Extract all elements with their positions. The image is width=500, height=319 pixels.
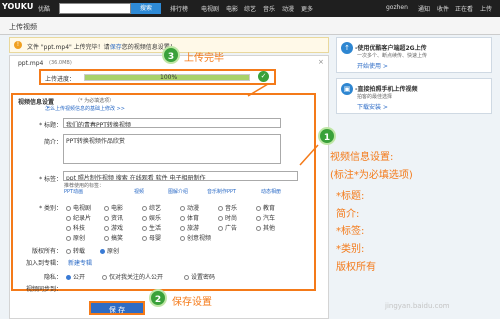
watermark: jingyan.baidu.com bbox=[385, 302, 450, 310]
annotation-note-line: 版权所有 bbox=[336, 262, 376, 273]
arrow-line bbox=[247, 83, 269, 97]
annotation-note-line: (标注*为必填选项) bbox=[330, 170, 413, 181]
annotation-note-line: 视频信息设置: bbox=[330, 152, 394, 163]
arrow-line bbox=[299, 144, 319, 166]
annotation-note-line: *标题: bbox=[336, 191, 365, 202]
screenshot: YOUKU 优酷 搜索 排行榜 电视剧 电影 综艺 音乐 动漫 更多 gozhe… bbox=[0, 0, 500, 319]
annotation-note-line: *标签: bbox=[336, 226, 365, 237]
annotation-arrows bbox=[247, 83, 319, 166]
annotation-note-line: *类别: bbox=[336, 244, 365, 255]
annotation-note-line: 简介: bbox=[336, 209, 360, 220]
